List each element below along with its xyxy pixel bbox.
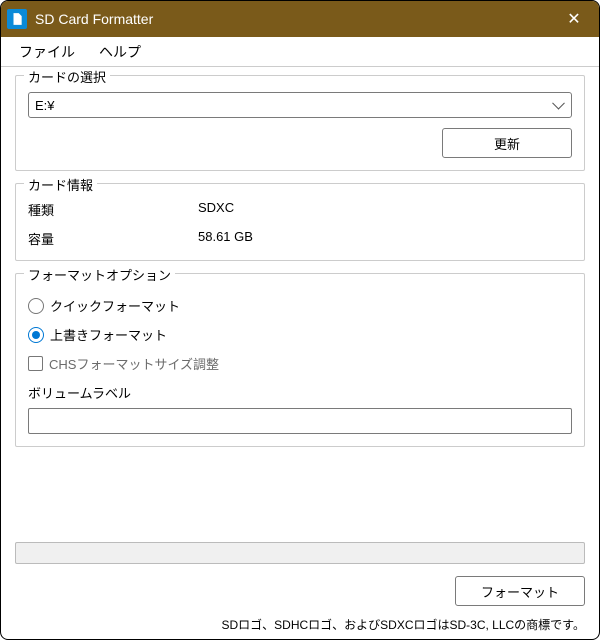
radio-quick-format[interactable]: クイックフォーマット <box>28 296 572 315</box>
checkbox-chs-label: CHSフォーマットサイズ調整 <box>49 354 219 373</box>
format-button[interactable]: フォーマット <box>455 576 585 606</box>
refresh-row: 更新 <box>28 128 572 158</box>
action-row: フォーマット <box>15 576 585 606</box>
volume-label-input[interactable] <box>28 408 572 434</box>
radio-overwrite-icon <box>28 327 44 343</box>
group-card-select-label: カードの選択 <box>24 67 110 86</box>
app-window: SD Card Formatter ✕ ファイル ヘルプ カードの選択 E:¥ … <box>0 0 600 640</box>
info-capacity-value: 58.61 GB <box>198 229 253 248</box>
close-icon: ✕ <box>567 9 580 29</box>
menubar: ファイル ヘルプ <box>1 37 599 67</box>
info-type-label: 種類 <box>28 200 198 219</box>
radio-quick-label: クイックフォーマット <box>50 296 180 315</box>
radio-overwrite-label: 上書きフォーマット <box>50 325 167 344</box>
group-format-options-label: フォーマットオプション <box>24 265 175 284</box>
radio-quick-icon <box>28 298 44 314</box>
radio-overwrite-format[interactable]: 上書きフォーマット <box>28 325 572 344</box>
titlebar: SD Card Formatter ✕ <box>1 1 599 37</box>
info-row-type: 種類 SDXC <box>28 200 572 219</box>
group-card-select: カードの選択 E:¥ 更新 <box>15 75 585 171</box>
info-row-capacity: 容量 58.61 GB <box>28 229 572 248</box>
close-button[interactable]: ✕ <box>551 1 597 37</box>
window-title: SD Card Formatter <box>35 11 551 27</box>
group-format-options: フォーマットオプション クイックフォーマット 上書きフォーマット CHSフォーマ… <box>15 273 585 447</box>
content-area: カードの選択 E:¥ 更新 カード情報 種類 SDXC 容量 58.61 GB … <box>1 67 599 639</box>
group-card-info-label: カード情報 <box>24 175 97 194</box>
volume-label-caption: ボリュームラベル <box>28 383 572 402</box>
footer-trademark-note: SDロゴ、SDHCロゴ、およびSDXCロゴはSD-3C, LLCの商標です。 <box>15 616 585 633</box>
checkbox-chs[interactable]: CHSフォーマットサイズ調整 <box>28 354 572 373</box>
menu-help[interactable]: ヘルプ <box>87 38 153 66</box>
info-capacity-label: 容量 <box>28 229 198 248</box>
drive-select-value: E:¥ <box>35 98 55 113</box>
drive-select[interactable]: E:¥ <box>28 92 572 118</box>
app-sd-icon <box>7 9 27 29</box>
info-type-value: SDXC <box>198 200 234 219</box>
progress-bar <box>15 542 585 564</box>
checkbox-chs-icon <box>28 356 43 371</box>
menu-file[interactable]: ファイル <box>7 38 87 66</box>
group-card-info: カード情報 種類 SDXC 容量 58.61 GB <box>15 183 585 261</box>
refresh-button[interactable]: 更新 <box>442 128 572 158</box>
